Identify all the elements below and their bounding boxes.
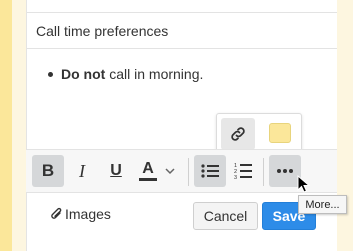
bold-text: Do not: [61, 66, 106, 82]
underline-button[interactable]: U: [102, 155, 130, 187]
note-content-editor[interactable]: Do not call in morning.: [48, 66, 204, 82]
content-text: call in morning.: [105, 66, 204, 82]
note-color-swatch[interactable]: [269, 123, 291, 143]
numbered-list-icon: 1 2 3: [234, 163, 252, 180]
bulleted-list-button[interactable]: [194, 155, 226, 187]
card-top-edge: [27, 0, 337, 13]
bold-icon: B: [41, 161, 55, 180]
numbered-list-button[interactable]: 1 2 3: [228, 155, 258, 187]
text-color-letter: A: [142, 160, 154, 177]
bullet-marker: [48, 72, 53, 77]
cancel-button[interactable]: Cancel: [193, 202, 258, 230]
paperclip-icon: [51, 207, 62, 219]
note-title[interactable]: Call time preferences: [36, 23, 168, 39]
text-color-icon: A: [138, 160, 158, 182]
text-color-bar: [139, 178, 157, 181]
link-icon: [231, 127, 245, 141]
underline-icon: U: [110, 162, 122, 179]
attach-images-button[interactable]: Images: [51, 206, 111, 222]
svg-text:3: 3: [234, 175, 237, 180]
italic-button[interactable]: I: [68, 155, 96, 187]
insert-link-button[interactable]: [221, 118, 255, 150]
formatting-toolbar: B I U A 1 2 3: [26, 149, 337, 193]
side-color-strip: [0, 0, 12, 251]
chevron-down-icon: [165, 168, 175, 175]
toolbar-separator: [263, 158, 264, 186]
toolbar-overflow-popover: [216, 113, 302, 153]
images-label: Images: [65, 206, 111, 222]
divider: [27, 48, 337, 49]
more-tooltip: More...: [298, 195, 347, 214]
more-icon: [277, 169, 293, 173]
toolbar-separator: [188, 158, 189, 186]
bold-button[interactable]: B: [32, 155, 64, 187]
italic-icon: I: [79, 160, 85, 181]
text-color-button[interactable]: A: [134, 155, 180, 187]
mouse-pointer-icon: [297, 175, 311, 193]
bulleted-list-icon: [201, 164, 219, 178]
